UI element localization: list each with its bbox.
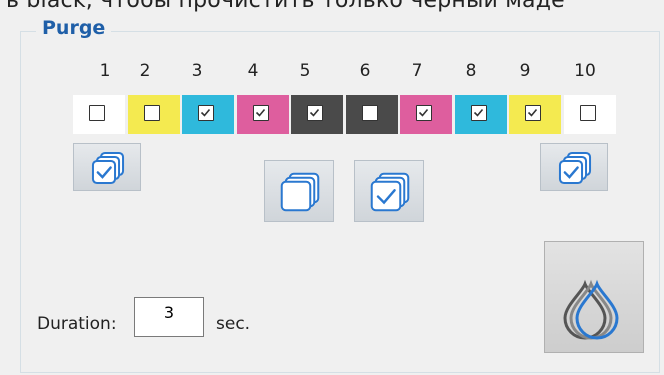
select-all-icon (370, 172, 410, 212)
channel-number-8: 8 (465, 61, 477, 81)
channel-cell-6 (345, 95, 398, 134)
check-icon (473, 108, 483, 117)
channel-number-7: 7 (411, 61, 423, 81)
check-icon (527, 108, 538, 117)
channel-checkbox-2[interactable] (143, 105, 160, 121)
channel-checkbox-7[interactable] (416, 105, 432, 121)
channel-checkbox-6[interactable] (361, 105, 378, 121)
channel-number-2: 2 (139, 61, 151, 81)
channel-checkbox-8[interactable] (470, 105, 487, 121)
channel-checkbox-4[interactable] (252, 105, 269, 121)
channel-number-9: 9 (519, 61, 531, 81)
channel-number-6: 6 (359, 61, 371, 81)
check-icon (255, 108, 265, 117)
channel-cell-1 (73, 95, 125, 134)
channel-checkbox-5[interactable] (307, 105, 323, 121)
purge-button[interactable] (544, 241, 644, 353)
channel-cell-2 (127, 95, 180, 134)
channel-number-3: 3 (191, 61, 203, 81)
channel-cell-9 (509, 95, 561, 134)
channel-number-10: 10 (574, 61, 596, 81)
select-all-left-button[interactable] (73, 143, 141, 191)
check-icon (309, 108, 320, 117)
select-all-icon (558, 151, 592, 185)
channel-number-5: 5 (299, 61, 311, 81)
channel-cell-3 (182, 95, 234, 134)
ink-drops-icon (563, 279, 619, 340)
channel-cell-8 (454, 95, 507, 134)
channel-cell-5 (291, 95, 343, 134)
select-all-right-button[interactable] (540, 143, 608, 191)
select-all-center-button[interactable] (354, 160, 424, 222)
check-icon (200, 108, 211, 117)
purge-group-title: Purge (36, 17, 112, 39)
check-icon (418, 108, 429, 117)
deselect-all-icon (280, 172, 320, 212)
channel-checkbox-10[interactable] (579, 105, 596, 121)
channel-strip (73, 95, 618, 134)
deselect-all-button[interactable] (264, 160, 334, 222)
channel-number-1: 1 (99, 61, 111, 81)
select-all-icon (91, 151, 125, 185)
channel-cell-7 (400, 95, 452, 134)
channel-number-4: 4 (247, 61, 259, 81)
channel-checkbox-3[interactable] (198, 105, 214, 121)
channel-cell-10 (563, 95, 616, 134)
channel-checkbox-1[interactable] (89, 105, 105, 121)
channel-checkbox-9[interactable] (525, 105, 541, 121)
duration-input[interactable] (134, 297, 204, 337)
duration-label: Duration: (37, 314, 117, 334)
duration-unit-label: sec. (216, 314, 251, 334)
channel-cell-4 (236, 95, 289, 134)
background-text: ь black, чтобы прочистить только черный … (6, 0, 565, 13)
